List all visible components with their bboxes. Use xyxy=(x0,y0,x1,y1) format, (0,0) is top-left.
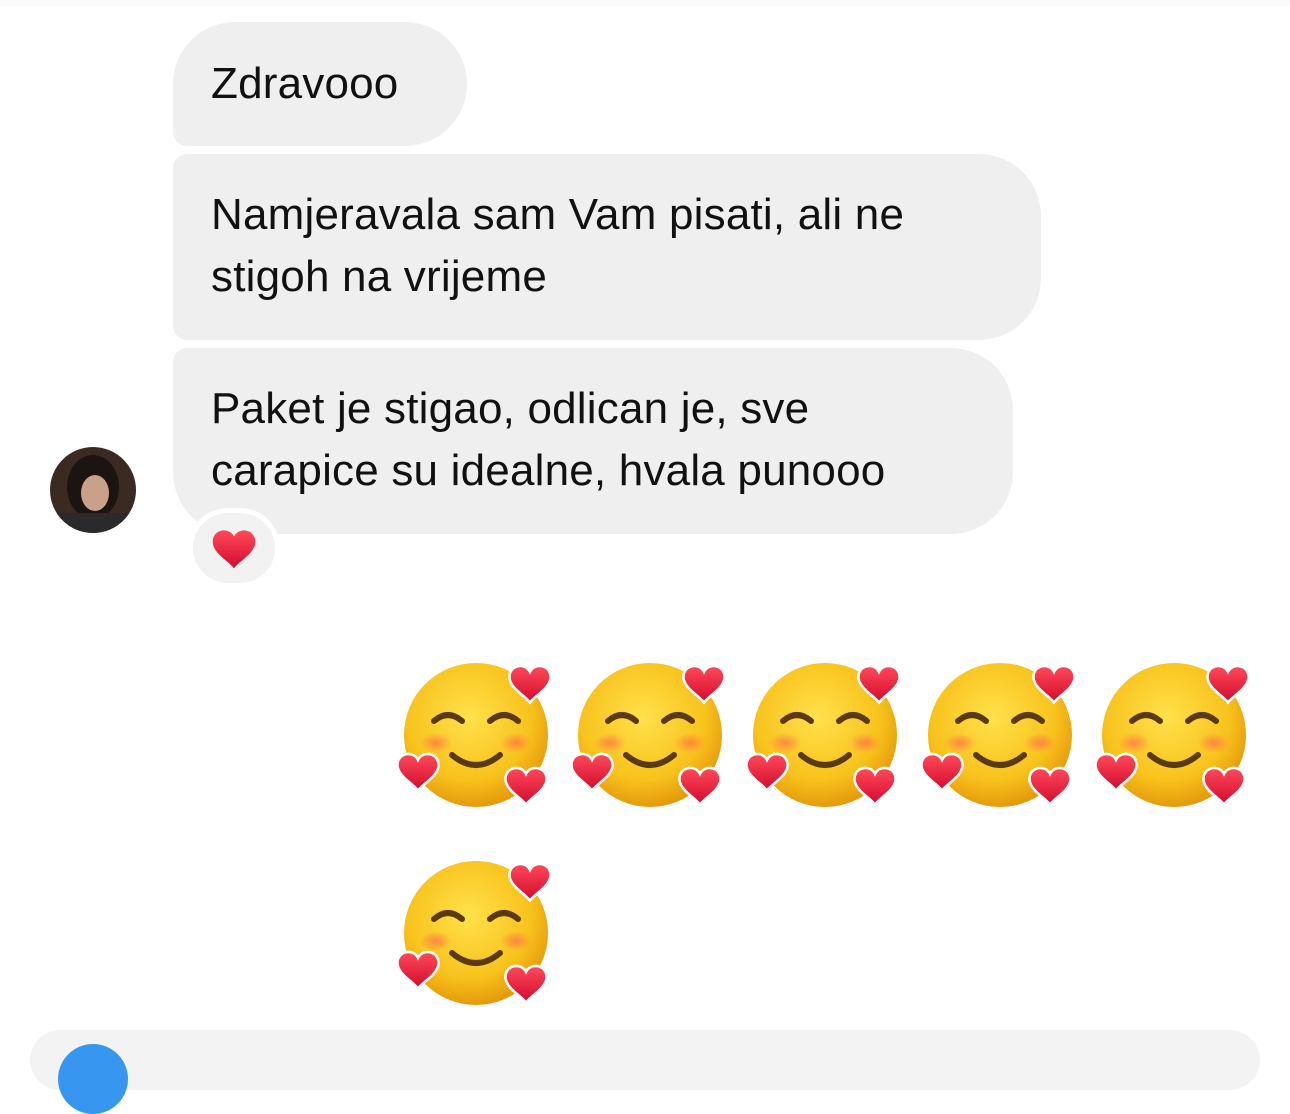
camera-icon[interactable] xyxy=(58,1044,128,1114)
message-composer[interactable] xyxy=(30,1030,1260,1090)
contact-avatar[interactable] xyxy=(50,447,136,533)
message-bubble[interactable]: Paket je stigao, odlican je, sve carapic… xyxy=(173,348,1013,534)
reaction-badge[interactable] xyxy=(188,508,280,588)
smiling-face-with-hearts-icon xyxy=(1096,655,1256,815)
header-divider xyxy=(0,0,1290,6)
heart-icon xyxy=(212,530,256,569)
message-text: Paket je stigao, odlican je, sve xyxy=(211,384,810,433)
smiling-face-with-hearts-icon xyxy=(572,655,732,815)
smiling-face-with-hearts-icon xyxy=(922,655,1082,815)
smiling-face-with-hearts-icon xyxy=(747,655,907,815)
message-text: Namjeravala sam Vam pisati, ali ne xyxy=(211,190,905,239)
smiling-face-with-hearts-icon xyxy=(398,655,558,815)
message-text: Zdravooo xyxy=(211,59,399,108)
message-text: carapice su idealne, hvala punooo xyxy=(211,446,886,495)
smiling-face-with-hearts-icon xyxy=(398,853,558,1013)
message-bubble[interactable]: Zdravooo xyxy=(173,22,467,146)
message-bubble[interactable]: Namjeravala sam Vam pisati, ali ne stigo… xyxy=(173,154,1041,340)
message-text: stigoh na vrijeme xyxy=(211,252,547,301)
